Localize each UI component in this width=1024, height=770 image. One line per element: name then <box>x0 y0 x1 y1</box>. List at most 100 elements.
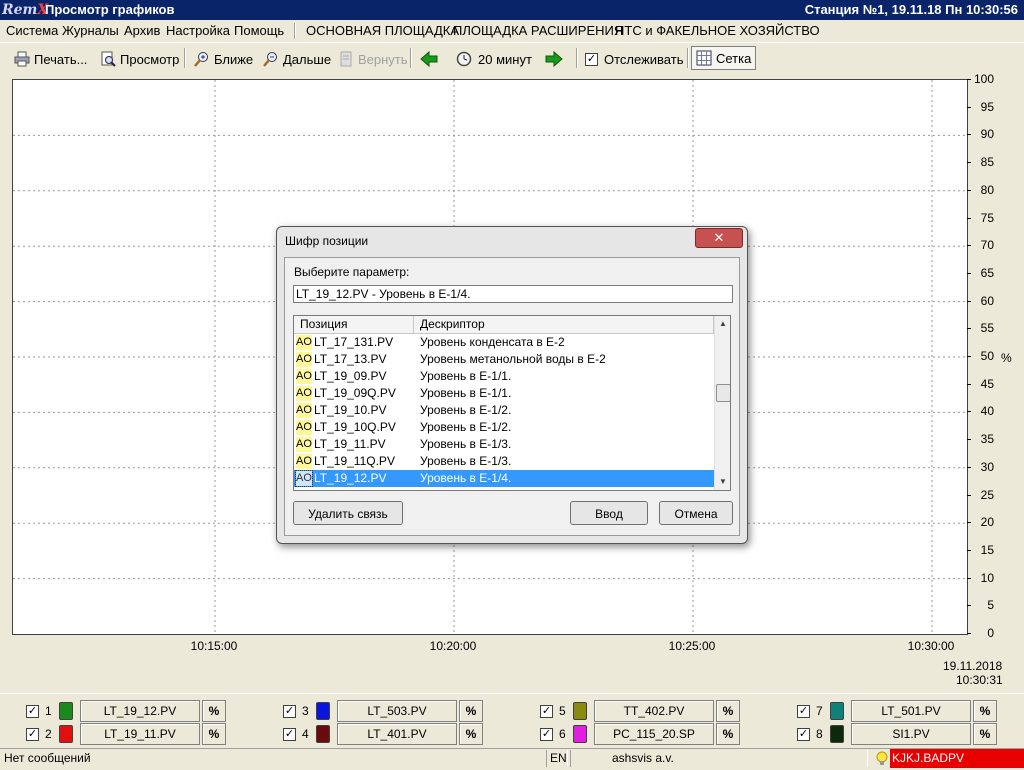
menu-area-main[interactable]: ОСНОВНАЯ ПЛОЩАДКА <box>306 23 459 38</box>
legend-color-swatch[interactable] <box>59 702 73 720</box>
menu-help[interactable]: Помощь <box>234 23 284 38</box>
y-tick-mark <box>967 106 971 108</box>
track-toggle[interactable]: ✓ Отслеживать <box>585 49 683 69</box>
list-item[interactable]: AO LT_19_10.PV Уровень в Е-1/2. <box>294 402 714 419</box>
menu-area-nts[interactable]: НТС и ФАКЕЛЬНОЕ ХОЗЯЙСТВО <box>615 23 820 38</box>
preview-button[interactable]: Просмотр <box>100 49 179 69</box>
legend-checkbox[interactable]: ✓ <box>26 728 39 741</box>
legend-checkbox[interactable]: ✓ <box>797 705 810 718</box>
legend-tag-button[interactable]: LT_401.PV <box>337 723 457 745</box>
legend-checkbox[interactable]: ✓ <box>26 705 39 718</box>
position-list[interactable]: Позиция Дескриптор AO LT_17_131.PV Уровень… <box>293 315 731 491</box>
legend-color-swatch[interactable] <box>573 702 587 720</box>
y-tick-mark <box>967 300 971 302</box>
legend-checkbox[interactable]: ✓ <box>540 705 553 718</box>
print-button[interactable]: Печать... <box>14 49 87 69</box>
legend-unit-button[interactable]: % <box>202 723 226 745</box>
menu-archive[interactable]: Архив <box>124 23 160 38</box>
print-label: Печать... <box>34 51 88 67</box>
zoom-in-button[interactable]: Ближе <box>194 49 253 69</box>
legend-tag-button[interactable]: SI1.PV <box>851 723 971 745</box>
title-bar: RemX Просмотр графиков Станция №1, 19.11… <box>0 0 1024 20</box>
x-axis-end-time: 10:30:31 <box>956 673 1003 687</box>
list-item[interactable]: AO LT_17_131.PV Уровень конденсата в Е-2 <box>294 334 714 351</box>
close-icon: ✕ <box>713 230 725 245</box>
x-tick-label: 10:30:00 <box>907 639 955 653</box>
scroll-back-button[interactable] <box>420 49 442 69</box>
legend-color-swatch[interactable] <box>316 725 330 743</box>
menu-journals[interactable]: Журналы <box>62 23 119 38</box>
legend-unit-button[interactable]: % <box>716 700 740 722</box>
legend-unit-button[interactable]: % <box>202 700 226 722</box>
scroll-down-icon[interactable]: ▼ <box>715 474 730 490</box>
legend-checkbox[interactable]: ✓ <box>283 705 296 718</box>
legend-tag-button[interactable]: LT_501.PV <box>851 700 971 722</box>
x-tick-label: 10:25:00 <box>668 639 716 653</box>
legend-color-swatch[interactable] <box>316 702 330 720</box>
legend-checkbox[interactable]: ✓ <box>797 728 810 741</box>
toolbar-separator <box>576 48 578 68</box>
legend-unit-button[interactable]: % <box>716 723 740 745</box>
legend-number: 8 <box>816 727 823 741</box>
scroll-up-icon[interactable]: ▲ <box>715 316 730 332</box>
legend-color-swatch[interactable] <box>830 725 844 743</box>
y-axis: % 100 95 90 85 80 75 70 65 60 55 50 45 40 35 30 25 20 15 1… <box>967 72 1024 640</box>
track-checkbox[interactable]: ✓ <box>585 52 598 66</box>
y-tick-label: 5 <box>987 598 994 613</box>
scroll-thumb[interactable] <box>716 384 730 402</box>
period-selector[interactable]: 20 минут <box>456 49 532 69</box>
list-item[interactable]: AO LT_19_10Q.PV Уровень в Е-1/2. <box>294 419 714 436</box>
legend-number: 6 <box>559 727 566 741</box>
trend-legend: ✓ 1 LT_19_12.PV% ✓ 2 LT_19_11.PV% ✓ 3 LT_503.PV%… <box>0 693 1024 746</box>
scroll-forward-button[interactable] <box>545 49 567 69</box>
status-message: Нет сообщений <box>4 751 91 765</box>
cancel-button[interactable]: Отмена <box>659 501 733 525</box>
legend-color-swatch[interactable] <box>573 725 587 743</box>
list-scrollbar[interactable]: ▲ ▼ <box>714 316 730 490</box>
legend-color-swatch[interactable] <box>830 702 844 720</box>
ok-button[interactable]: Ввод <box>570 501 648 525</box>
menu-area-expansion[interactable]: ПЛОЩАДКА РАСШИРЕНИЯ <box>453 23 623 38</box>
restore-button[interactable]: Вернуть <box>338 49 408 69</box>
legend-unit-button[interactable]: % <box>459 700 483 722</box>
grid-toggle-button[interactable]: Сетка <box>691 46 757 70</box>
legend-tag-button[interactable]: LT_503.PV <box>337 700 457 722</box>
toolbar-separator <box>184 48 186 68</box>
analog-output-badge: AO <box>296 403 312 418</box>
list-item[interactable]: AO LT_19_09Q.PV Уровень в Е-1/1. <box>294 385 714 402</box>
x-axis-end-date: 19.11.2018 <box>943 659 1003 673</box>
keyboard-layout: EN <box>550 751 567 765</box>
legend-checkbox[interactable]: ✓ <box>283 728 296 741</box>
menu-system[interactable]: Система <box>6 23 58 38</box>
lightbulb-icon <box>874 750 890 767</box>
legend-checkbox[interactable]: ✓ <box>540 728 553 741</box>
status-user: ashsvis a.v. <box>612 751 674 765</box>
list-item[interactable]: AO LT_17_13.PV Уровень метанольной воды в … <box>294 351 714 368</box>
legend-tag-button[interactable]: LT_19_11.PV <box>80 723 200 745</box>
analog-output-badge: AO <box>296 335 312 350</box>
list-item[interactable]: AO LT_19_11.PV Уровень в Е-1/3. <box>294 436 714 453</box>
alarm-indicator[interactable]: KJKJ.BADPV <box>874 749 1024 768</box>
legend-tag-button[interactable]: TT_402.PV <box>594 700 714 722</box>
zoom-out-button[interactable]: Дальше <box>263 49 331 69</box>
column-header-position[interactable]: Позиция <box>294 316 414 333</box>
column-header-descriptor[interactable]: Дескриптор <box>414 316 714 333</box>
unlink-button[interactable]: Удалить связь <box>293 501 403 525</box>
list-item-position: LT_19_09Q.PV <box>314 386 396 400</box>
y-tick-label: 15 <box>980 542 994 557</box>
list-item-descriptor: Уровень в Е-1/3. <box>420 454 512 468</box>
analog-output-badge: AO <box>296 386 312 401</box>
menu-settings[interactable]: Настройка <box>166 23 230 38</box>
list-item[interactable]: AO LT_19_11Q.PV Уровень в Е-1/3. <box>294 453 714 470</box>
list-item-position: LT_19_10.PV <box>314 403 387 417</box>
list-item[interactable]: AO LT_19_09.PV Уровень в Е-1/1. <box>294 368 714 385</box>
close-button[interactable]: ✕ <box>695 228 743 248</box>
legend-tag-button[interactable]: LT_19_12.PV <box>80 700 200 722</box>
list-item[interactable]: AO LT_19_12.PV Уровень в Е-1/4. <box>294 470 714 487</box>
legend-unit-button[interactable]: % <box>459 723 483 745</box>
legend-unit-button[interactable]: % <box>973 723 997 745</box>
legend-unit-button[interactable]: % <box>973 700 997 722</box>
legend-color-swatch[interactable] <box>59 725 73 743</box>
parameter-input[interactable]: LT_19_12.PV - Уровень в Е-1/4. <box>293 285 733 303</box>
legend-tag-button[interactable]: PC_115_20.SP <box>594 723 714 745</box>
